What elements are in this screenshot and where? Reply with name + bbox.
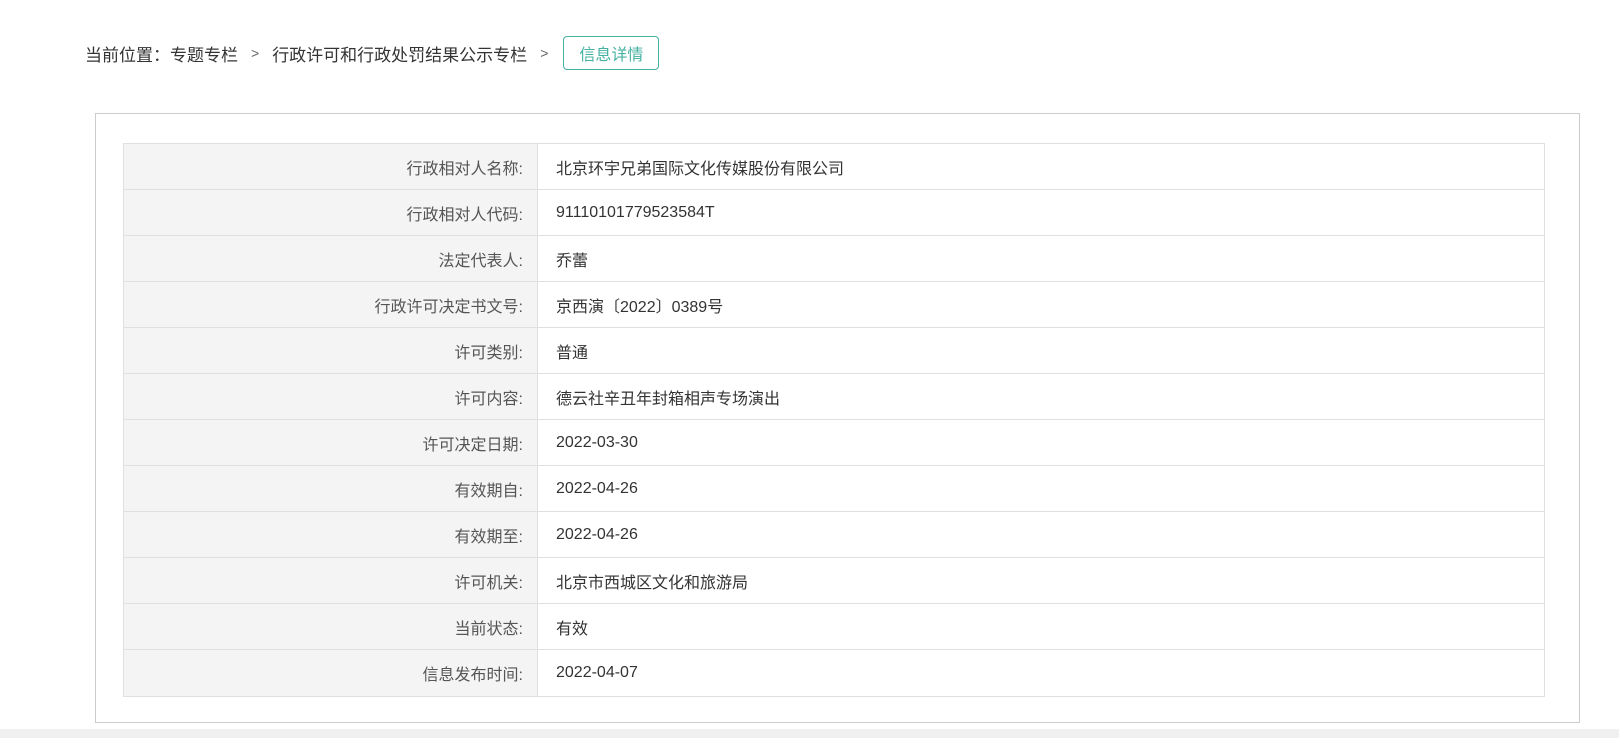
table-row: 许可机关: 北京市西城区文化和旅游局 [124,558,1544,604]
row-label: 行政相对人代码: [124,190,538,235]
row-value: 2022-03-30 [538,420,1544,465]
table-row: 许可内容: 德云社辛丑年封箱相声专场演出 [124,374,1544,420]
table-row: 有效期至: 2022-04-26 [124,512,1544,558]
page: 当前位置： 专题专栏 > 行政许可和行政处罚结果公示专栏 > 信息详情 行政相对… [0,0,1619,738]
row-label: 许可类别: [124,328,538,373]
row-label: 信息发布时间: [124,650,538,696]
row-label: 有效期自: [124,466,538,511]
table-row: 行政许可决定书文号: 京西演〔2022〕0389号 [124,282,1544,328]
breadcrumb-separator: > [540,45,548,61]
row-value: 有效 [538,604,1544,649]
row-value: 德云社辛丑年封箱相声专场演出 [538,374,1544,419]
table-row: 信息发布时间: 2022-04-07 [124,650,1544,696]
row-label: 当前状态: [124,604,538,649]
row-label: 有效期至: [124,512,538,557]
row-label: 许可机关: [124,558,538,603]
table-row: 许可类别: 普通 [124,328,1544,374]
license-detail-table: 行政相对人名称: 北京环宇兄弟国际文化传媒股份有限公司 行政相对人代码: 911… [123,143,1545,697]
row-label: 行政许可决定书文号: [124,282,538,327]
breadcrumb: 当前位置： 专题专栏 > 行政许可和行政处罚结果公示专栏 > 信息详情 [85,36,659,70]
table-row: 当前状态: 有效 [124,604,1544,650]
row-value: 2022-04-26 [538,466,1544,511]
row-value: 乔蕾 [538,236,1544,281]
footer-strip [0,729,1619,738]
breadcrumb-link-license-disclosure[interactable]: 行政许可和行政处罚结果公示专栏 [272,41,527,66]
row-value: 普通 [538,328,1544,373]
row-label: 许可决定日期: [124,420,538,465]
breadcrumb-prefix: 当前位置： [85,41,170,66]
row-label: 许可内容: [124,374,538,419]
row-value: 91110101779523584T [538,190,1544,235]
detail-card: 行政相对人名称: 北京环宇兄弟国际文化传媒股份有限公司 行政相对人代码: 911… [95,113,1580,723]
table-row: 行政相对人名称: 北京环宇兄弟国际文化传媒股份有限公司 [124,144,1544,190]
row-label: 行政相对人名称: [124,144,538,189]
row-value: 2022-04-26 [538,512,1544,557]
table-row: 有效期自: 2022-04-26 [124,466,1544,512]
row-value: 北京市西城区文化和旅游局 [538,558,1544,603]
breadcrumb-link-special-topics[interactable]: 专题专栏 [170,41,238,66]
row-value: 京西演〔2022〕0389号 [538,282,1544,327]
row-value: 2022-04-07 [538,650,1544,696]
table-row: 许可决定日期: 2022-03-30 [124,420,1544,466]
table-row: 行政相对人代码: 91110101779523584T [124,190,1544,236]
row-label: 法定代表人: [124,236,538,281]
row-value: 北京环宇兄弟国际文化传媒股份有限公司 [538,144,1544,189]
info-detail-button[interactable]: 信息详情 [563,36,659,70]
breadcrumb-separator: > [251,45,259,61]
table-row: 法定代表人: 乔蕾 [124,236,1544,282]
